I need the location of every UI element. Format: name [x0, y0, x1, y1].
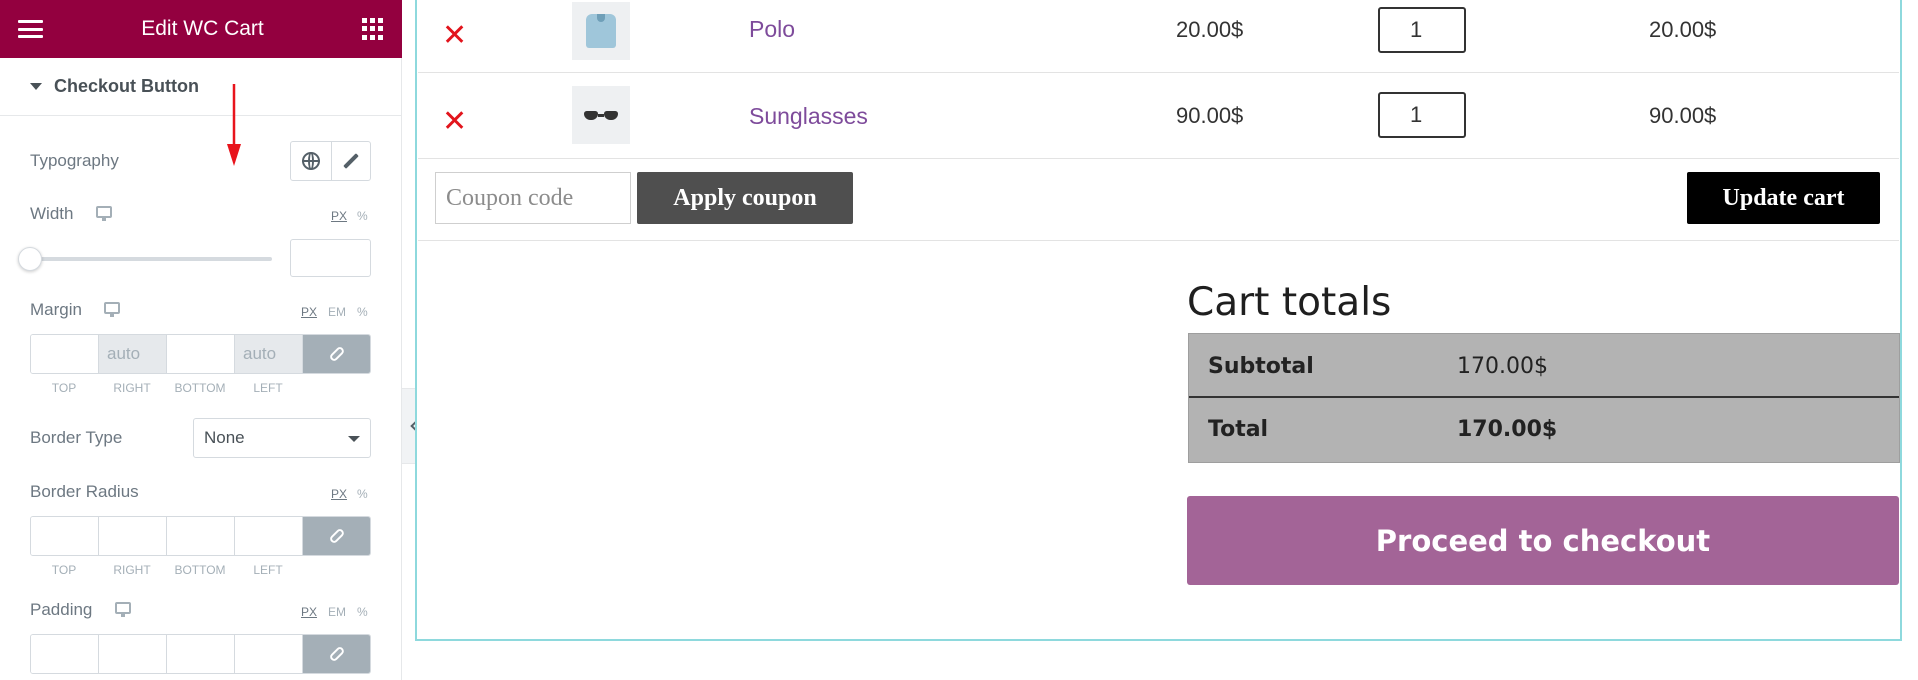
link-icon — [328, 645, 345, 663]
width-unit-percent[interactable]: % — [357, 209, 368, 223]
dim-label-bottom: BOTTOM — [174, 563, 226, 577]
width-slider-track[interactable] — [30, 257, 272, 261]
update-cart-button[interactable]: Update cart — [1687, 172, 1880, 224]
cart-totals-title: Cart totals — [1187, 280, 1392, 325]
margin-right-input[interactable]: auto — [99, 335, 167, 373]
link-icon — [328, 527, 345, 545]
margin-unit-px[interactable]: PX — [301, 305, 317, 319]
subtotal-label: Subtotal — [1208, 354, 1314, 379]
padding-unit-percent[interactable]: % — [357, 605, 368, 619]
proceed-to-checkout-button[interactable]: Proceed to checkout — [1187, 496, 1899, 585]
product-price: 20.00$ — [1176, 17, 1244, 42]
cart-item-row: ✕ Sunglasses 90.00$ 1 90.00$ — [418, 73, 1899, 159]
product-name-link[interactable]: Polo — [749, 16, 795, 43]
border-type-select[interactable]: None — [193, 418, 371, 458]
cart-actions-row: Coupon code Apply coupon Update cart — [418, 159, 1899, 241]
padding-unit-px[interactable]: PX — [301, 605, 317, 619]
product-subtotal: 90.00$ — [1649, 103, 1717, 128]
coupon-code-input[interactable]: Coupon code — [435, 172, 631, 224]
border-type-label: Border Type — [30, 428, 123, 447]
sunglasses-icon — [584, 110, 618, 120]
width-input[interactable] — [290, 239, 371, 277]
cart-item-row: ✕ Polo 20.00$ 1 20.00$ — [418, 0, 1899, 73]
width-slider-handle[interactable] — [18, 247, 42, 271]
responsive-desktop-icon[interactable] — [96, 206, 112, 221]
dim-label-right: RIGHT — [113, 563, 151, 577]
total-label: Total — [1208, 417, 1269, 442]
padding-left-input[interactable] — [235, 635, 303, 673]
remove-item-icon[interactable]: ✕ — [442, 107, 467, 137]
border-radius-inputs — [30, 516, 371, 556]
red-arrow-annotation — [227, 84, 241, 166]
radius-dimension-labels: TOP RIGHT BOTTOM LEFT — [30, 563, 302, 577]
border-radius-label: Border Radius — [30, 482, 139, 501]
margin-left-input[interactable]: auto — [235, 335, 303, 373]
width-label: Width — [30, 204, 74, 223]
padding-link-button[interactable] — [303, 635, 370, 673]
caret-down-icon — [30, 83, 42, 90]
subtotal-value: 170.00$ — [1457, 354, 1548, 379]
link-icon — [328, 345, 345, 363]
dim-label-bottom: BOTTOM — [174, 381, 226, 395]
margin-inputs: auto auto — [30, 334, 371, 374]
margin-bottom-input[interactable] — [167, 335, 235, 373]
margin-dimension-labels: TOP RIGHT BOTTOM LEFT — [30, 381, 302, 395]
widgets-grid-icon[interactable] — [361, 18, 384, 40]
padding-right-input[interactable] — [99, 635, 167, 673]
border-type-value: None — [204, 428, 245, 447]
globe-icon — [301, 152, 320, 170]
responsive-desktop-icon[interactable] — [104, 302, 120, 317]
total-value: 170.00$ — [1457, 417, 1558, 442]
remove-item-icon[interactable]: ✕ — [442, 21, 467, 51]
total-row: Total 170.00$ — [1189, 398, 1899, 462]
dim-label-right: RIGHT — [113, 381, 151, 395]
section-title: Checkout Button — [54, 76, 199, 96]
cart-totals-table: Subtotal 170.00$ Total 170.00$ — [1188, 333, 1900, 463]
quantity-input[interactable]: 1 — [1378, 7, 1466, 53]
margin-label: Margin — [30, 300, 82, 319]
radius-right-input[interactable] — [99, 517, 167, 555]
radius-unit-px[interactable]: PX — [331, 487, 347, 501]
padding-inputs — [30, 634, 371, 674]
edit-typography-button[interactable] — [330, 142, 371, 180]
radius-bottom-input[interactable] — [167, 517, 235, 555]
margin-top-input[interactable] — [31, 335, 99, 373]
product-name-link[interactable]: Sunglasses — [749, 103, 868, 130]
sidebar-title: Edit WC Cart — [141, 17, 264, 40]
padding-bottom-input[interactable] — [167, 635, 235, 673]
hamburger-menu-icon[interactable] — [18, 20, 43, 38]
radius-left-input[interactable] — [235, 517, 303, 555]
dim-label-left: LEFT — [253, 381, 283, 395]
padding-top-input[interactable] — [31, 635, 99, 673]
typography-controls — [290, 141, 371, 181]
product-subtotal: 20.00$ — [1649, 17, 1717, 42]
pencil-icon — [342, 153, 359, 169]
responsive-desktop-icon[interactable] — [115, 602, 131, 617]
subtotal-row: Subtotal 170.00$ — [1189, 334, 1899, 398]
margin-unit-em[interactable]: EM — [328, 305, 346, 319]
margin-link-button[interactable] — [303, 335, 370, 373]
margin-unit-percent[interactable]: % — [357, 305, 368, 319]
radius-top-input[interactable] — [31, 517, 99, 555]
product-thumbnail[interactable] — [572, 2, 630, 60]
padding-unit-em[interactable]: EM — [328, 605, 346, 619]
apply-coupon-button[interactable]: Apply coupon — [637, 172, 853, 224]
width-unit-px[interactable]: PX — [331, 209, 347, 223]
product-price: 90.00$ — [1176, 103, 1244, 128]
editor-sidebar: Edit WC Cart Checkout Button Typography … — [0, 0, 402, 680]
typography-label: Typography — [30, 151, 119, 170]
dim-label-left: LEFT — [253, 563, 283, 577]
product-thumbnail[interactable] — [572, 86, 630, 144]
radius-link-button[interactable] — [303, 517, 370, 555]
dim-label-top: TOP — [51, 381, 77, 395]
sidebar-header: Edit WC Cart — [0, 0, 402, 58]
padding-label: Padding — [30, 600, 93, 619]
quantity-input[interactable]: 1 — [1378, 92, 1466, 138]
global-typography-button[interactable] — [291, 142, 331, 180]
caret-down-icon — [348, 436, 360, 442]
dim-label-top: TOP — [51, 563, 77, 577]
polo-shirt-icon — [586, 14, 616, 48]
section-toggle-checkout-button[interactable]: Checkout Button — [0, 58, 402, 116]
radius-unit-percent[interactable]: % — [357, 487, 368, 501]
